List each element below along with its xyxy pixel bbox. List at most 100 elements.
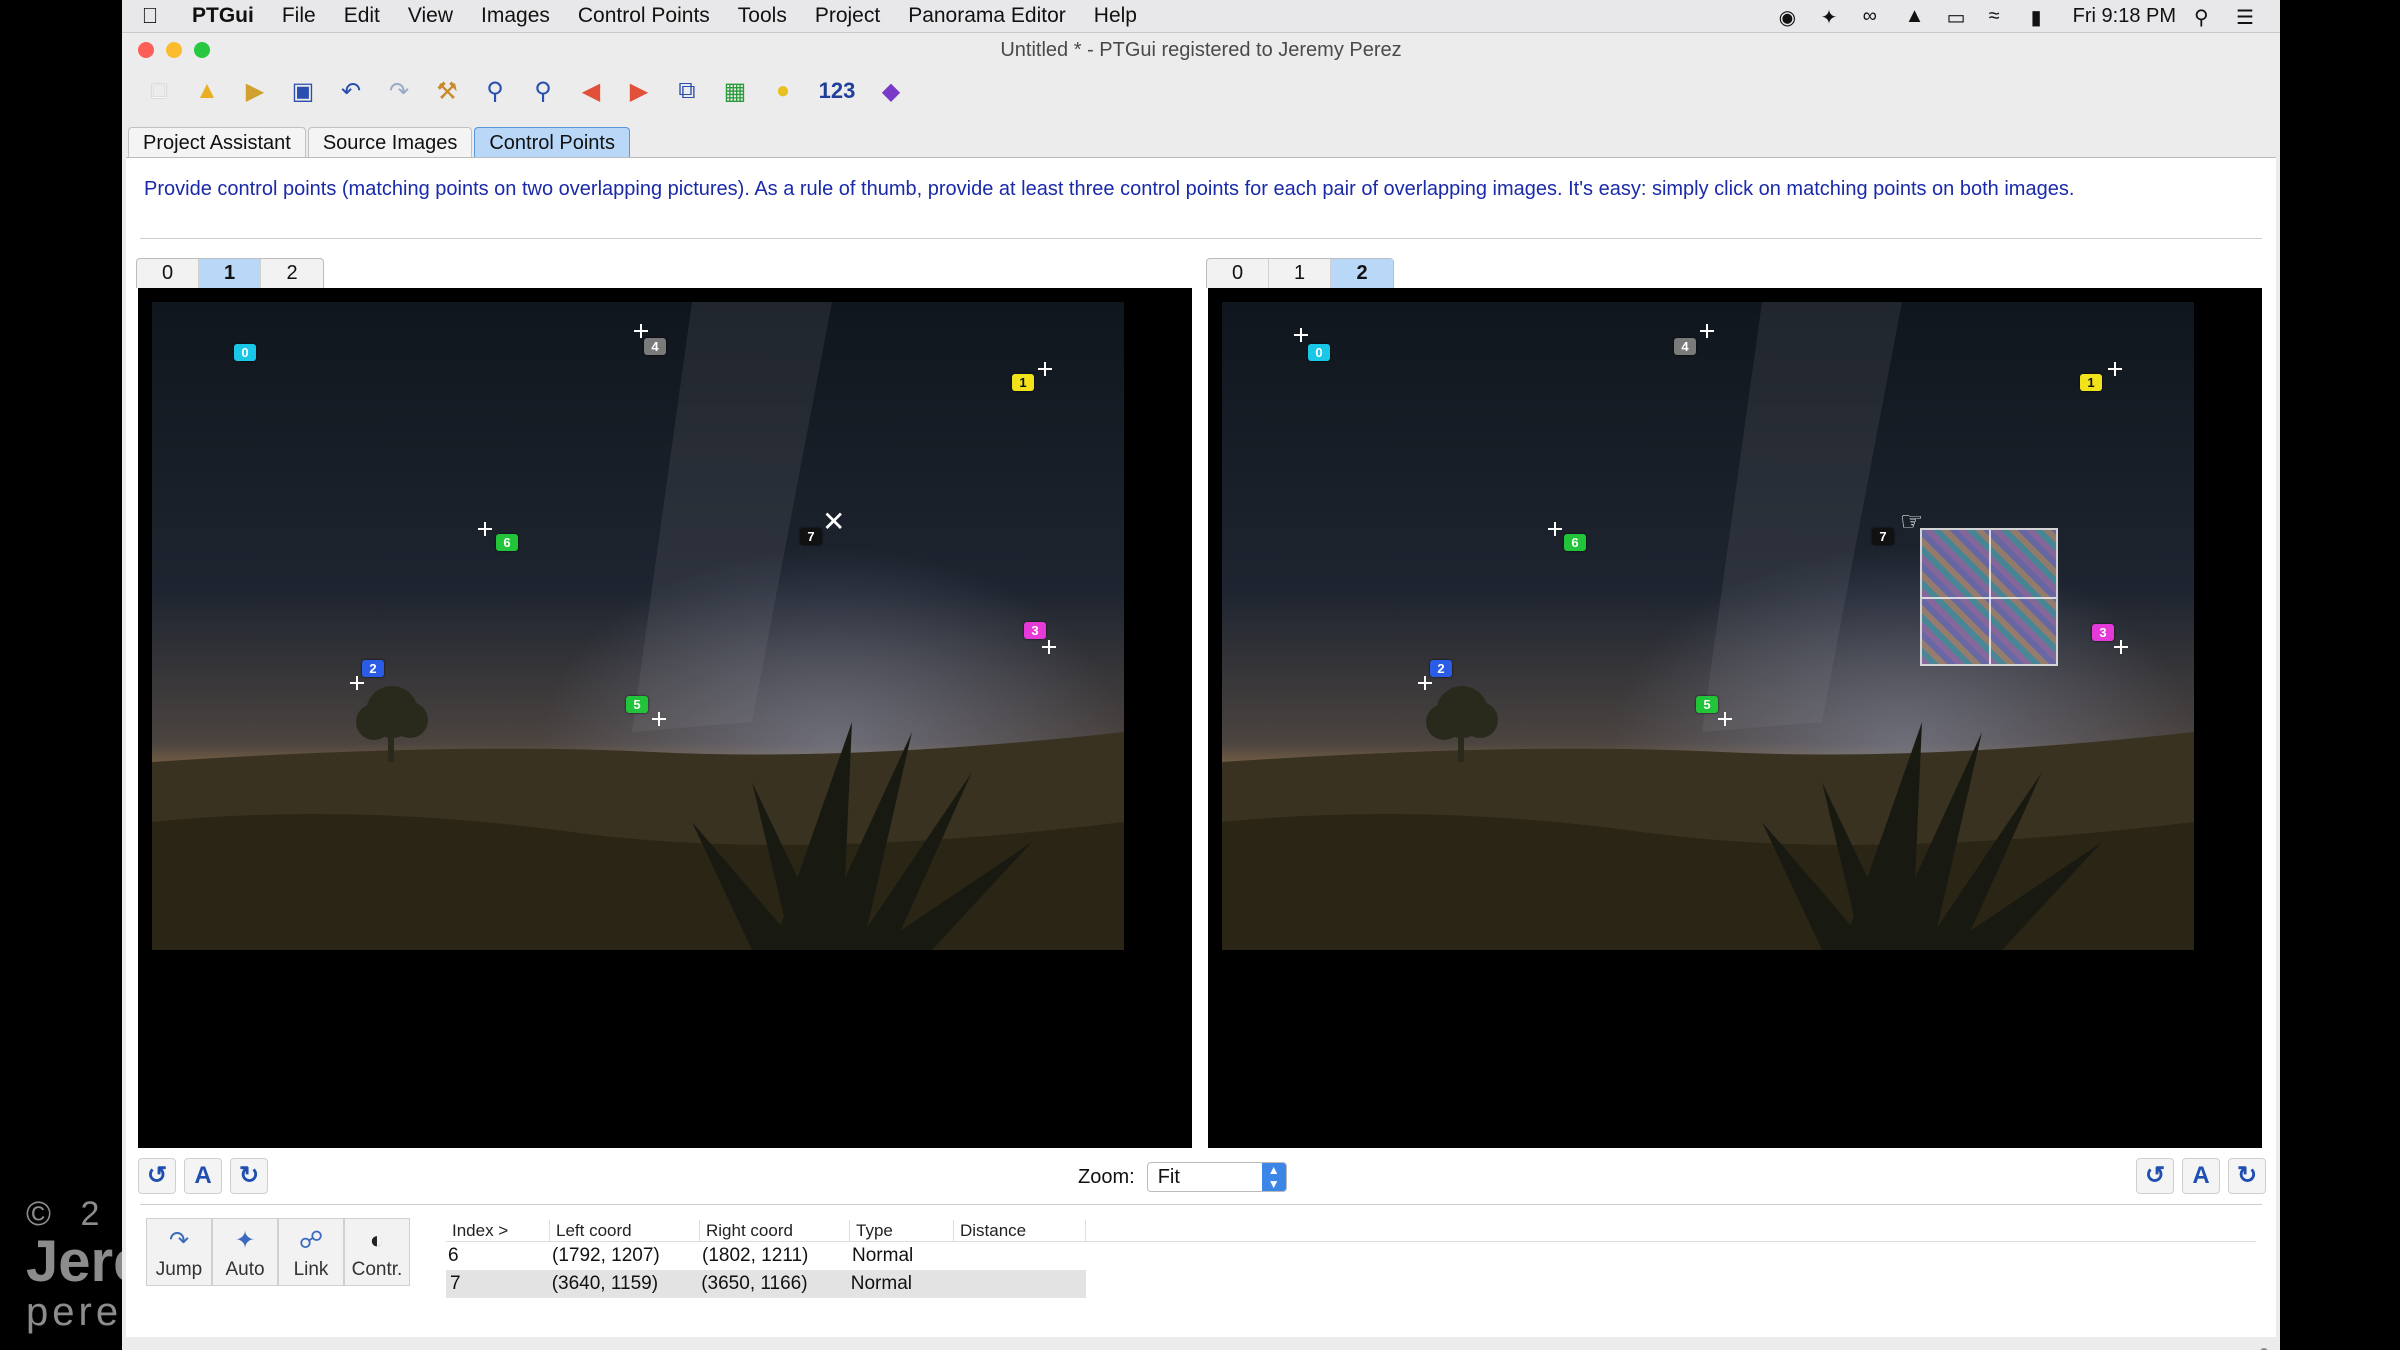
zoom-out-icon[interactable]: ⚲ (526, 74, 560, 108)
save-icon[interactable]: ▣ (286, 74, 320, 108)
zoom-select[interactable]: Fit ▲ ▼ (1146, 1162, 1287, 1192)
selected-row-band: 7 (3640, 1159) (3650, 1166) Normal (446, 1270, 1086, 1298)
right-image-tab-1[interactable]: 1 (1269, 259, 1331, 288)
zoom-control: Zoom: Fit ▲ ▼ (1078, 1162, 1287, 1192)
open-folder-icon[interactable]: ▲ (190, 74, 224, 108)
menu-edit[interactable]: Edit (330, 4, 394, 28)
undo-icon[interactable]: ↶ (334, 74, 368, 108)
table-icon[interactable]: ▦ (718, 74, 752, 108)
column-distance[interactable]: Distance (954, 1220, 1086, 1241)
left-image-tab-2[interactable]: 2 (261, 259, 323, 288)
menu-images[interactable]: Images (467, 4, 564, 28)
control-point-3[interactable]: 3 (1024, 622, 1046, 639)
auto-rotate-button[interactable]: A (184, 1158, 222, 1194)
evernote-icon[interactable]: ✦ (1821, 5, 1845, 29)
control-point-1[interactable]: 1 (1012, 374, 1034, 391)
contrast-button[interactable]: ◐ Contr. (344, 1218, 410, 1286)
main-tabs: Project Assistant Source Images Control … (128, 127, 632, 157)
title-bar: Untitled * - PTGui registered to Jeremy … (122, 33, 2280, 67)
column-type[interactable]: Type (850, 1220, 954, 1241)
copy-icon[interactable]: ⧉ (670, 74, 704, 108)
menu-help[interactable]: Help (1080, 4, 1151, 28)
battery-icon[interactable]: ▮ (2031, 5, 2055, 29)
tools-icon[interactable]: ⚒ (430, 74, 464, 108)
control-point-2[interactable]: 2 (1430, 660, 1452, 677)
numbering-icon[interactable]: 123 (814, 74, 860, 108)
rotate-left-icon[interactable]: ↺ (138, 1158, 176, 1194)
previous-icon[interactable]: ◀ (574, 74, 608, 108)
jump-button[interactable]: ↷ Jump (146, 1218, 212, 1286)
wifi-icon[interactable]: ≈ (1989, 5, 2013, 27)
drive-icon[interactable]: ▲ (1905, 5, 1929, 27)
control-point-7[interactable]: 7 (800, 528, 822, 545)
open-recent-icon[interactable]: ▶ (238, 74, 272, 108)
auto-rotate-button[interactable]: A (2182, 1158, 2220, 1194)
control-point-6[interactable]: 6 (496, 534, 518, 551)
tab-source-images[interactable]: Source Images (307, 127, 473, 157)
redo-icon[interactable]: ↷ (382, 74, 416, 108)
control-point-6[interactable]: 6 (1564, 534, 1586, 551)
menu-panorama-editor[interactable]: Panorama Editor (894, 4, 1080, 28)
rotate-right-icon[interactable]: ↻ (2228, 1158, 2266, 1194)
link-icon: ☍ (298, 1227, 324, 1254)
control-point-4[interactable]: 4 (644, 338, 666, 355)
tab-project-assistant[interactable]: Project Assistant (128, 127, 306, 157)
menu-file[interactable]: File (268, 4, 330, 28)
table-row[interactable]: 6 (1792, 1207) (1802, 1211) Normal (446, 1242, 2256, 1270)
column-left-coord[interactable]: Left coord (550, 1220, 700, 1241)
rotate-right-icon[interactable]: ↻ (230, 1158, 268, 1194)
right-image-viewer[interactable]: 0 4 1 6 7 ☞ 3 2 5 (1208, 288, 2262, 1148)
tab-control-points[interactable]: Control Points (474, 127, 630, 157)
column-index[interactable]: Index > (446, 1220, 550, 1241)
control-point-4[interactable]: 4 (1674, 338, 1696, 355)
airplay-icon[interactable]: ▭ (1947, 5, 1971, 29)
jump-icon: ↷ (168, 1227, 190, 1254)
zoom-in-icon[interactable]: ⚲ (478, 74, 512, 108)
left-image-viewer[interactable]: 0 4 1 6 7 ✕ 3 2 5 (138, 288, 1192, 1148)
layers-icon[interactable]: ◆ (874, 74, 908, 108)
control-point-1[interactable]: 1 (2080, 374, 2102, 391)
minimize-window-button[interactable] (166, 42, 182, 58)
menu-tools[interactable]: Tools (724, 4, 801, 28)
menu-project[interactable]: Project (801, 4, 894, 28)
control-point-0[interactable]: 0 (1308, 344, 1330, 361)
menu-app[interactable]: PTGui (178, 4, 268, 28)
new-document-icon[interactable]: □ (142, 74, 176, 108)
control-point-7[interactable]: 7 (1872, 528, 1894, 545)
crosshair-icon (1700, 324, 1714, 338)
selected-point-marker-icon[interactable]: ✕ (822, 508, 845, 536)
control-point-0[interactable]: 0 (234, 344, 256, 361)
lightbulb-icon[interactable]: ● (766, 74, 800, 108)
cell-right-coord: (3650, 1166) (701, 1273, 808, 1294)
crosshair-icon (1038, 362, 1052, 376)
jump-label: Jump (155, 1259, 203, 1280)
control-point-3[interactable]: 3 (2092, 624, 2114, 641)
close-window-button[interactable] (138, 42, 154, 58)
menu-view[interactable]: View (394, 4, 467, 28)
rotate-left-icon[interactable]: ↺ (2136, 1158, 2174, 1194)
left-image-tab-1[interactable]: 1 (199, 259, 261, 288)
left-image-tab-0[interactable]: 0 (137, 259, 199, 288)
cell-distance (954, 1270, 1086, 1298)
crosshair-icon (1418, 676, 1432, 690)
spotlight-search-icon[interactable]: ⚲ (2194, 5, 2218, 29)
table-row[interactable]: 7 (3640, 1159) (3650, 1166) Normal (446, 1270, 2256, 1298)
cell-type: Normal (852, 1245, 914, 1266)
control-point-2[interactable]: 2 (362, 660, 384, 677)
clock[interactable]: Fri 9:18 PM (2073, 5, 2176, 28)
auto-button[interactable]: ✦ Auto (212, 1218, 278, 1286)
link-button[interactable]: ☍ Link (278, 1218, 344, 1286)
left-source-photo[interactable] (152, 302, 1124, 950)
next-icon[interactable]: ▶ (622, 74, 656, 108)
creative-cloud-icon[interactable]: ∞ (1863, 5, 1887, 27)
menu-control-points[interactable]: Control Points (564, 4, 724, 28)
record-icon[interactable]: ◉ (1779, 5, 1803, 29)
control-point-5[interactable]: 5 (1696, 696, 1718, 713)
right-image-tab-0[interactable]: 0 (1207, 259, 1269, 288)
right-image-tab-2[interactable]: 2 (1331, 259, 1393, 288)
zoom-window-button[interactable] (194, 42, 210, 58)
notification-center-icon[interactable]: ☰ (2236, 5, 2260, 29)
control-point-5[interactable]: 5 (626, 696, 648, 713)
column-right-coord[interactable]: Right coord (700, 1220, 850, 1241)
apple-icon[interactable]:  (122, 3, 178, 29)
